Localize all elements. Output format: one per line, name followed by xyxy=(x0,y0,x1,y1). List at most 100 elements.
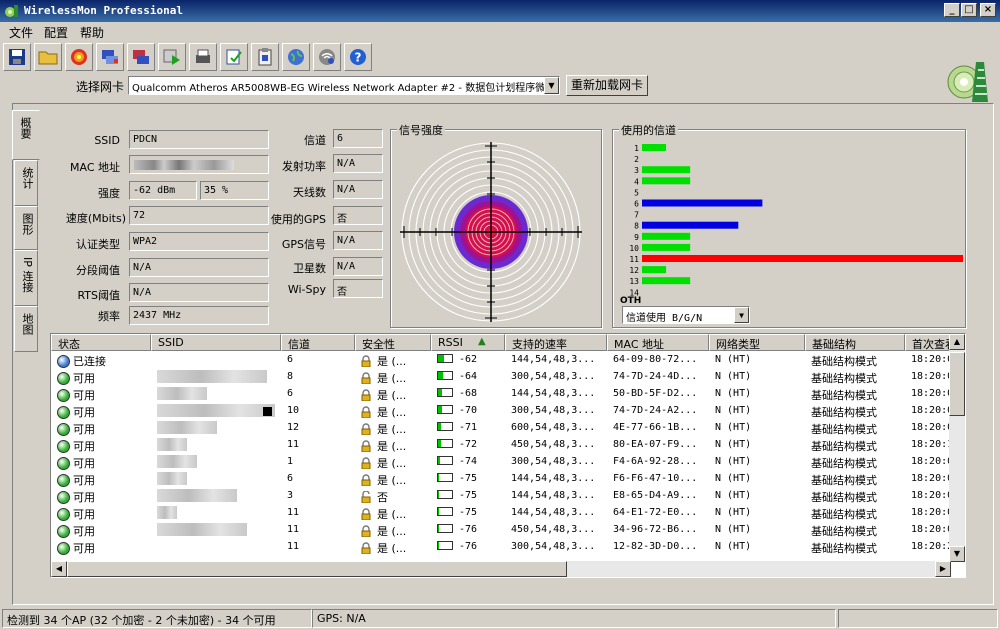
save-button[interactable] xyxy=(3,43,31,71)
column-ssid[interactable]: SSID xyxy=(151,334,281,351)
table-row[interactable]: 已连接 6 是 (... -62 144,54,48,3... 64-09-80-72..… xyxy=(51,351,951,368)
minimize-button[interactable]: _ xyxy=(944,3,960,17)
lock-icon xyxy=(361,440,371,452)
channel-mode-select[interactable]: 信道使用 B/G/N ▼ xyxy=(622,306,750,324)
strength-percent-field: 35 % xyxy=(200,181,269,200)
target-button[interactable] xyxy=(65,43,93,71)
maximize-button[interactable]: □ xyxy=(961,3,977,17)
channel-tick-label: 5 xyxy=(634,188,639,197)
column-channel[interactable]: 信道 xyxy=(281,334,355,351)
tab-graph[interactable]: 图形 xyxy=(14,206,38,250)
freq-field: 2437 MHz xyxy=(129,306,269,325)
scroll-left-icon[interactable]: ◀ xyxy=(51,561,67,577)
cell-network-type: N (HT) xyxy=(715,490,752,501)
globe-button[interactable] xyxy=(282,43,310,71)
cell-channel: 11 xyxy=(287,524,300,535)
channel-tick-label: 3 xyxy=(634,166,639,175)
cell-mac: 64-09-80-72... xyxy=(613,354,698,365)
scroll-h-thumb[interactable] xyxy=(67,561,567,577)
scroll-thumb[interactable] xyxy=(949,352,965,416)
lock-icon xyxy=(361,389,371,401)
ssid-label: SSID xyxy=(94,134,120,147)
list-header: 状态 SSID 信道 安全性 RSSI ▲ 支持的速率 MAC 地址 网络类型 … xyxy=(51,334,951,351)
tab-overview[interactable]: 概要 xyxy=(12,110,40,160)
menu-config[interactable]: 配置 xyxy=(44,24,68,41)
lock-icon xyxy=(361,542,371,554)
channel-usage-title: 使用的信道 xyxy=(619,122,678,138)
table-row[interactable]: 可用 12 是 (... -71 600,54,48,3... 4E-77-66-1B..… xyxy=(51,419,951,436)
cell-first-seen: 18:20:0 xyxy=(911,473,951,484)
cell-mac: E8-65-D4-A9... xyxy=(613,490,698,501)
checklist-button[interactable] xyxy=(220,43,248,71)
clipboard-button[interactable] xyxy=(251,43,279,71)
column-mac[interactable]: MAC 地址 xyxy=(607,334,709,351)
tab-ip-connection[interactable]: IP 连接 xyxy=(14,250,38,306)
print-button[interactable] xyxy=(189,43,217,71)
channel-label: 信道 xyxy=(304,134,326,147)
reload-adapter-button[interactable]: 重新加载网卡 xyxy=(566,75,648,96)
tab-map[interactable]: 地图 xyxy=(14,306,38,352)
rssi-bar-fill xyxy=(438,525,440,532)
menu-help[interactable]: 帮助 xyxy=(80,24,104,41)
scroll-down-icon[interactable]: ▼ xyxy=(949,546,965,562)
tab-statistics[interactable]: 统计 xyxy=(14,160,38,206)
horizontal-scrollbar[interactable]: ◀ ▶ xyxy=(51,561,951,577)
lock-icon xyxy=(361,423,371,435)
adapter-select[interactable]: Qualcomm Atheros AR5008WB-EG Wireless Ne… xyxy=(128,76,560,95)
lock-icon xyxy=(361,474,371,486)
column-status[interactable]: 状态 xyxy=(51,334,151,351)
table-row[interactable]: 可用 6 是 (... -75 144,54,48,3... F6-F6-47-10...… xyxy=(51,470,951,487)
column-infrastructure[interactable]: 基础结构 xyxy=(805,334,905,351)
tx-power-field: N/A xyxy=(333,154,383,173)
cell-first-seen: 18:20:0 xyxy=(911,507,951,518)
antenna-label: 天线数 xyxy=(293,186,326,199)
table-row[interactable]: 可用 11 是 (... -76 450,54,48,3... 34-96-72-B6..… xyxy=(51,521,951,538)
access-point-list[interactable]: 状态 SSID 信道 安全性 RSSI ▲ 支持的速率 MAC 地址 网络类型 … xyxy=(50,333,966,578)
adapter-button[interactable] xyxy=(96,43,124,71)
cell-mac: F6-F6-47-10... xyxy=(613,473,698,484)
table-row[interactable]: 可用 11 是 (... -72 450,54,48,3... 80-EA-07-F9..… xyxy=(51,436,951,453)
play-log-button[interactable] xyxy=(158,43,186,71)
cell-rssi: -62 xyxy=(433,351,505,368)
signal-radar xyxy=(400,142,582,322)
scroll-up-icon[interactable]: ▲ xyxy=(949,334,965,350)
cell-mac: F4-6A-92-28... xyxy=(613,456,698,467)
mac-blur xyxy=(134,160,234,170)
close-button[interactable]: × xyxy=(980,3,996,17)
table-row[interactable]: 可用 11 是 (... -76 300,54,48,3... 12-82-3D-D0..… xyxy=(51,538,951,555)
rssi-bar-fill xyxy=(438,355,444,362)
status-indicator-icon xyxy=(57,440,70,453)
rssi-bar-fill xyxy=(438,491,440,498)
rssi-bar-fill xyxy=(438,457,441,464)
ssid-redacted xyxy=(157,370,267,383)
column-network-type[interactable]: 网络类型 xyxy=(709,334,805,351)
column-rates[interactable]: 支持的速率 xyxy=(505,334,607,351)
status-indicator-icon xyxy=(57,508,70,521)
tx-power-label: 发射功率 xyxy=(282,160,326,173)
open-button[interactable] xyxy=(34,43,62,71)
chevron-down-icon[interactable]: ▼ xyxy=(734,307,749,323)
menu-file[interactable]: 文件 xyxy=(9,24,33,41)
table-row[interactable]: 可用 6 是 (... -68 144,54,48,3... 50-BD-5F-D2...… xyxy=(51,385,951,402)
cell-mac: 74-7D-24-4D... xyxy=(613,371,698,382)
column-first-seen[interactable]: 首次查看 xyxy=(905,334,951,351)
chevron-down-icon[interactable]: ▼ xyxy=(544,77,559,94)
rssi-bar xyxy=(437,405,453,414)
frag-label: 分段阈值 xyxy=(76,264,120,277)
column-rssi[interactable]: RSSI ▲ xyxy=(431,334,505,351)
title-bar[interactable]: WirelessMon Professional _ □ × xyxy=(0,0,1000,22)
table-row[interactable]: 可用 3 否 -75 144,54,48,3... E8-65-D4-A9... N (HT… xyxy=(51,487,951,504)
table-row[interactable]: 可用 1 是 (... -74 300,54,48,3... F4-6A-92-28...… xyxy=(51,453,951,470)
scroll-right-icon[interactable]: ▶ xyxy=(935,561,951,577)
cell-rssi: -74 xyxy=(433,453,505,470)
wifi-info-button[interactable] xyxy=(313,43,341,71)
table-row[interactable]: 可用 11 是 (... -75 144,54,48,3... 64-E1-72-E0..… xyxy=(51,504,951,521)
help-button[interactable]: ? xyxy=(344,43,372,71)
table-row[interactable]: 可用 8 是 (... -64 300,54,48,3... 74-7D-24-4D...… xyxy=(51,368,951,385)
vertical-scrollbar[interactable]: ▲ ▼ xyxy=(949,334,965,562)
monitor-button[interactable] xyxy=(127,43,155,71)
table-row[interactable]: 可用 10 是 (... -70 300,54,48,3... 74-7D-24-A2..… xyxy=(51,402,951,419)
rssi-bar-fill xyxy=(438,508,440,515)
status-bar: 检测到 34 个AP (32 个加密 - 2 个未加密) - 34 个可用 GP… xyxy=(0,607,1000,630)
column-security[interactable]: 安全性 xyxy=(355,334,431,351)
